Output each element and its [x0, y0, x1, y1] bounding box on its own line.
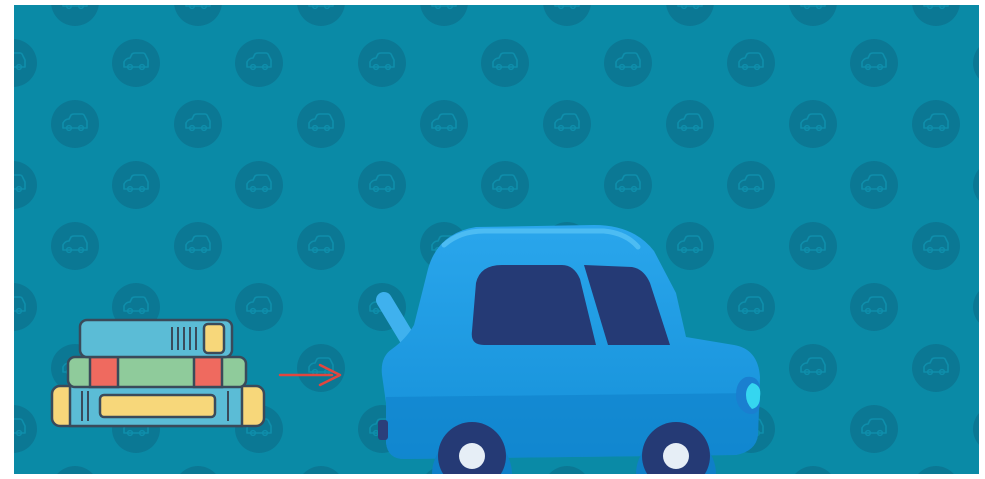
scene-canvas	[14, 5, 979, 474]
top-book	[78, 318, 234, 359]
video-frame	[0, 0, 985, 479]
book-stack-illustration	[50, 318, 266, 428]
rear-window	[471, 265, 596, 345]
bottom-book	[50, 384, 266, 428]
middle-book	[66, 355, 248, 389]
animation-scene	[14, 5, 979, 474]
